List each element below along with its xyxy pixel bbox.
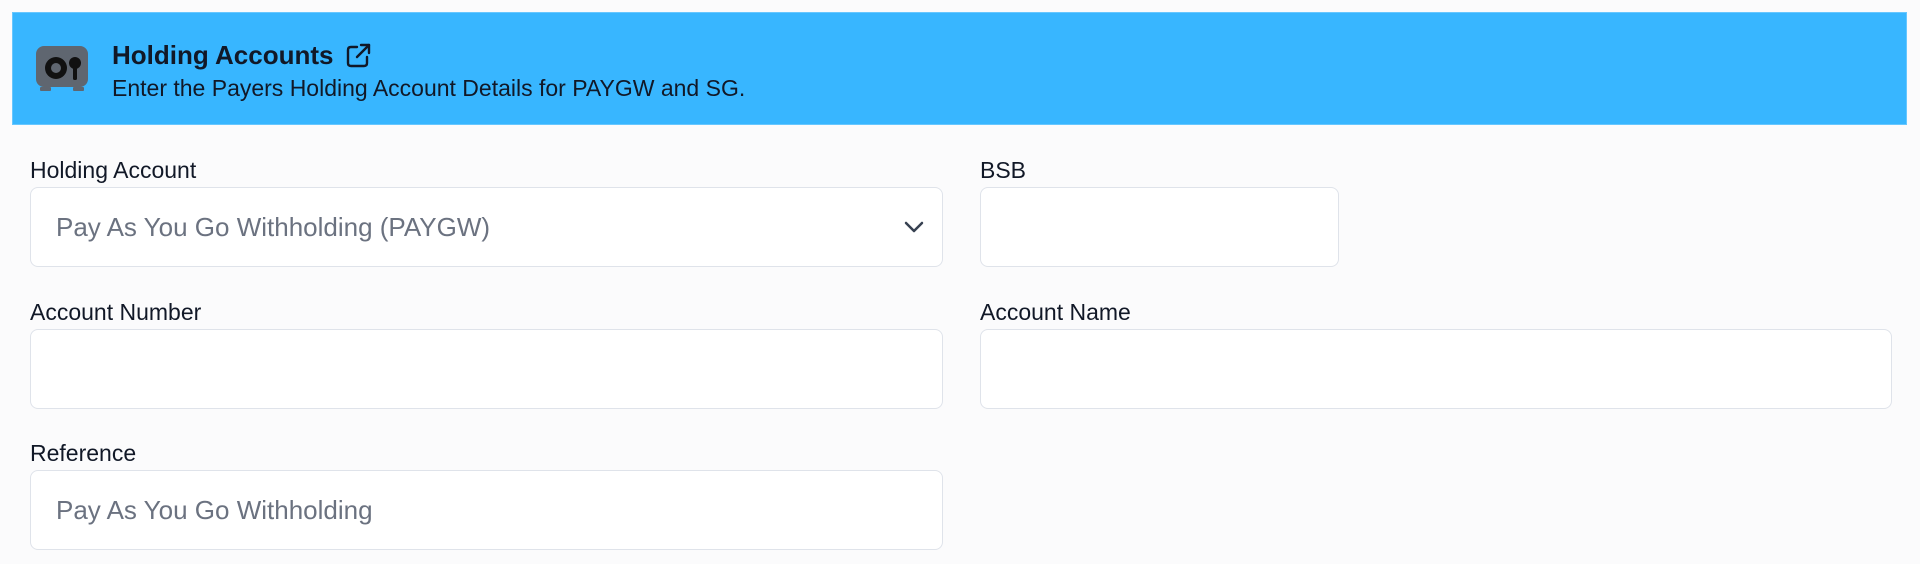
bsb-label: BSB (980, 157, 1027, 183)
bsb-field: BSB (980, 157, 1339, 269)
account-number-input[interactable] (30, 329, 943, 409)
bsb-input[interactable] (980, 187, 1339, 267)
account-name-label: Account Name (980, 299, 1131, 325)
reference-label: Reference (30, 440, 137, 466)
account-number-field: Account Number (30, 299, 943, 411)
reference-value: Pay As You Go Withholding (56, 494, 373, 525)
safe-icon (36, 46, 88, 91)
section-title: Holding Accounts (112, 39, 334, 70)
holding-accounts-banner: Holding Accounts Enter the Payers Holdin… (12, 12, 1907, 125)
holding-account-label: Holding Account (30, 157, 197, 183)
chevron-down-icon (904, 221, 924, 233)
reference-field: Reference Pay As You Go Withholding (30, 440, 943, 552)
holding-account-selected-value: Pay As You Go Withholding (PAYGW) (56, 211, 491, 242)
reference-input[interactable]: Pay As You Go Withholding (30, 470, 943, 550)
banner-title-row: Holding Accounts (112, 39, 372, 71)
account-number-label: Account Number (30, 299, 202, 325)
holding-account-field: Holding Account Pay As You Go Withholdin… (30, 157, 943, 269)
holding-accounts-page: Holding Accounts Enter the Payers Holdin… (0, 0, 1920, 564)
account-name-input[interactable] (980, 329, 1892, 409)
holding-account-select[interactable]: Pay As You Go Withholding (PAYGW) (30, 187, 943, 267)
account-name-field: Account Name (980, 299, 1892, 411)
section-subtitle: Enter the Payers Holding Account Details… (112, 75, 746, 101)
external-link-icon[interactable] (345, 42, 372, 69)
